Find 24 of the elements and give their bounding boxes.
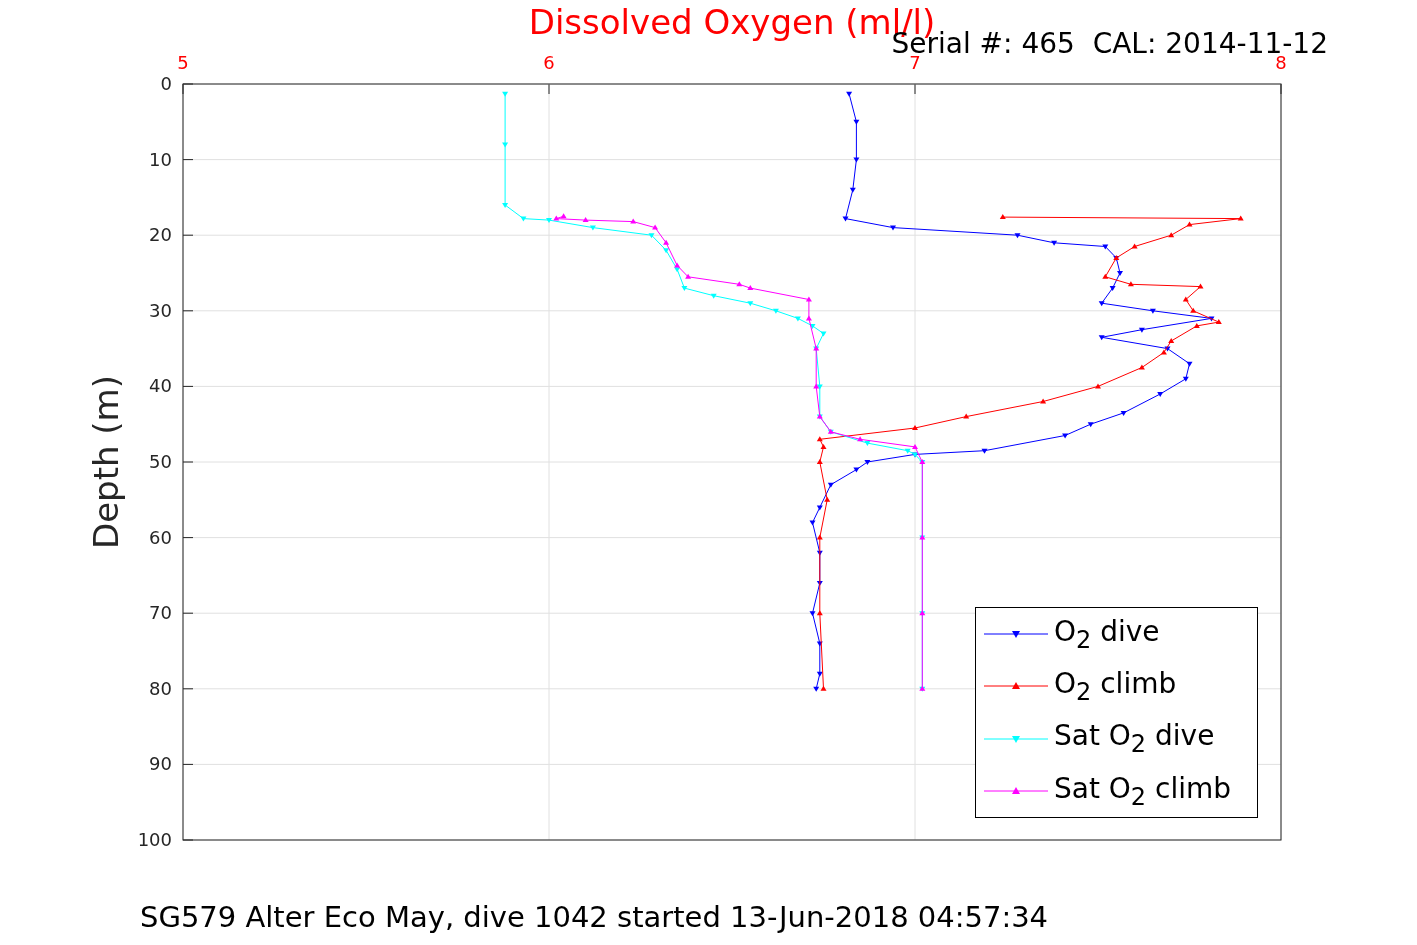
caption: SG579 Alter Eco May, dive 1042 started 13-Jun-2018 04:57:34 xyxy=(140,900,1049,934)
y-tick-label: 50 xyxy=(149,451,172,472)
y-axis-label: Depth (m) xyxy=(86,375,126,549)
y-tick-label: 0 xyxy=(160,73,172,94)
x-tick-label: 5 xyxy=(177,52,189,73)
legend-line-icon xyxy=(984,681,1048,692)
legend-line-icon xyxy=(984,733,1048,744)
y-tick-label: 40 xyxy=(149,375,172,397)
y-tick-label: 90 xyxy=(149,753,172,775)
y-tick-label: 60 xyxy=(149,526,172,548)
legend-line-icon xyxy=(984,629,1048,640)
legend-label: O$_{2}$ climb xyxy=(1054,667,1177,706)
legend-line-icon xyxy=(984,785,1048,796)
legend-label: Sat O$_{2}$ climb xyxy=(1054,771,1232,811)
y-tick-label: 10 xyxy=(149,148,172,170)
legend-label: O$_{2}$ dive xyxy=(1054,614,1160,654)
x-tick-label: 8 xyxy=(1275,52,1287,73)
y-tick-label: 100 xyxy=(137,829,172,850)
y-tick-label: 30 xyxy=(149,299,172,321)
legend-label: Sat O$_{2}$ dive xyxy=(1054,719,1215,758)
y-tick-label: 20 xyxy=(149,224,172,246)
y-tick-label: 80 xyxy=(149,677,172,699)
x-tick-label: 6 xyxy=(543,52,555,73)
y-tick-label: 70 xyxy=(149,602,172,624)
